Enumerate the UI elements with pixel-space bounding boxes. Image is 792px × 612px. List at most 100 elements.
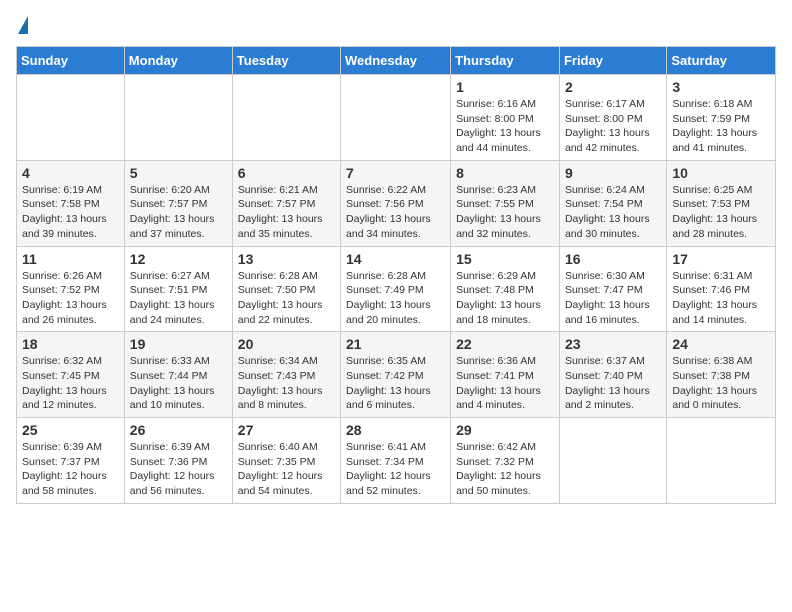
day-info: Sunrise: 6:38 AMSunset: 7:38 PMDaylight:… — [672, 354, 770, 413]
calendar-cell: 29 Sunrise: 6:42 AMSunset: 7:32 PMDayligh… — [451, 418, 560, 504]
calendar-cell: 24 Sunrise: 6:38 AMSunset: 7:38 PMDayligh… — [667, 332, 776, 418]
day-info: Sunrise: 6:30 AMSunset: 7:47 PMDaylight:… — [565, 269, 661, 328]
day-info: Sunrise: 6:25 AMSunset: 7:53 PMDaylight:… — [672, 183, 770, 242]
calendar-cell: 10 Sunrise: 6:25 AMSunset: 7:53 PMDayligh… — [667, 160, 776, 246]
day-info: Sunrise: 6:24 AMSunset: 7:54 PMDaylight:… — [565, 183, 661, 242]
day-number: 24 — [672, 336, 770, 352]
day-info: Sunrise: 6:34 AMSunset: 7:43 PMDaylight:… — [238, 354, 335, 413]
day-info: Sunrise: 6:16 AMSunset: 8:00 PMDaylight:… — [456, 97, 554, 156]
logo — [16, 16, 28, 36]
day-info: Sunrise: 6:17 AMSunset: 8:00 PMDaylight:… — [565, 97, 661, 156]
weekday-header-tuesday: Tuesday — [232, 47, 340, 75]
calendar-cell — [341, 75, 451, 161]
day-number: 7 — [346, 165, 445, 181]
day-number: 23 — [565, 336, 661, 352]
day-info: Sunrise: 6:39 AMSunset: 7:36 PMDaylight:… — [130, 440, 227, 499]
week-row-5: 25Sunrise: 6:39 AMSunset: 7:37 PMDayligh… — [17, 418, 776, 504]
calendar-cell: 14 Sunrise: 6:28 AMSunset: 7:49 PMDayligh… — [341, 246, 451, 332]
day-info: Sunrise: 6:28 AMSunset: 7:49 PMDaylight:… — [346, 269, 445, 328]
day-number: 10 — [672, 165, 770, 181]
day-number: 3 — [672, 79, 770, 95]
calendar-cell — [232, 75, 340, 161]
calendar-cell: 7 Sunrise: 6:22 AMSunset: 7:56 PMDaylight… — [341, 160, 451, 246]
day-info: Sunrise: 6:28 AMSunset: 7:50 PMDaylight:… — [238, 269, 335, 328]
day-info: Sunrise: 6:18 AMSunset: 7:59 PMDaylight:… — [672, 97, 770, 156]
day-info: Sunrise: 6:33 AMSunset: 7:44 PMDaylight:… — [130, 354, 227, 413]
calendar-cell: 28Sunrise: 6:41 AMSunset: 7:34 PMDayligh… — [341, 418, 451, 504]
day-info: Sunrise: 6:37 AMSunset: 7:40 PMDaylight:… — [565, 354, 661, 413]
calendar-cell: 8 Sunrise: 6:23 AMSunset: 7:55 PMDaylight… — [451, 160, 560, 246]
calendar-cell — [667, 418, 776, 504]
calendar-cell: 27 Sunrise: 6:40 AMSunset: 7:35 PMDayligh… — [232, 418, 340, 504]
day-info: Sunrise: 6:19 AMSunset: 7:58 PMDaylight:… — [22, 183, 119, 242]
week-row-3: 11 Sunrise: 6:26 AMSunset: 7:52 PMDayligh… — [17, 246, 776, 332]
calendar-cell: 12Sunrise: 6:27 AMSunset: 7:51 PMDayligh… — [124, 246, 232, 332]
day-number: 28 — [346, 422, 445, 438]
day-number: 21 — [346, 336, 445, 352]
day-info: Sunrise: 6:42 AMSunset: 7:32 PMDaylight:… — [456, 440, 554, 499]
calendar-cell: 6 Sunrise: 6:21 AMSunset: 7:57 PMDaylight… — [232, 160, 340, 246]
week-row-4: 18 Sunrise: 6:32 AMSunset: 7:45 PMDayligh… — [17, 332, 776, 418]
weekday-header-thursday: Thursday — [451, 47, 560, 75]
calendar-cell: 13 Sunrise: 6:28 AMSunset: 7:50 PMDayligh… — [232, 246, 340, 332]
weekday-header-sunday: Sunday — [17, 47, 125, 75]
logo-triangle-icon — [18, 16, 28, 34]
calendar-cell: 2 Sunrise: 6:17 AMSunset: 8:00 PMDaylight… — [559, 75, 666, 161]
weekday-header-saturday: Saturday — [667, 47, 776, 75]
day-number: 29 — [456, 422, 554, 438]
day-info: Sunrise: 6:26 AMSunset: 7:52 PMDaylight:… — [22, 269, 119, 328]
day-number: 22 — [456, 336, 554, 352]
calendar-cell — [124, 75, 232, 161]
day-info: Sunrise: 6:32 AMSunset: 7:45 PMDaylight:… — [22, 354, 119, 413]
calendar-cell — [559, 418, 666, 504]
calendar-cell — [17, 75, 125, 161]
weekday-header-monday: Monday — [124, 47, 232, 75]
day-info: Sunrise: 6:29 AMSunset: 7:48 PMDaylight:… — [456, 269, 554, 328]
day-number: 11 — [22, 251, 119, 267]
calendar-cell: 11 Sunrise: 6:26 AMSunset: 7:52 PMDayligh… — [17, 246, 125, 332]
calendar-cell: 22Sunrise: 6:36 AMSunset: 7:41 PMDayligh… — [451, 332, 560, 418]
calendar-cell: 4 Sunrise: 6:19 AMSunset: 7:58 PMDaylight… — [17, 160, 125, 246]
day-number: 18 — [22, 336, 119, 352]
day-number: 8 — [456, 165, 554, 181]
day-number: 16 — [565, 251, 661, 267]
day-number: 14 — [346, 251, 445, 267]
day-number: 5 — [130, 165, 227, 181]
calendar-cell: 23 Sunrise: 6:37 AMSunset: 7:40 PMDayligh… — [559, 332, 666, 418]
day-number: 26 — [130, 422, 227, 438]
day-info: Sunrise: 6:23 AMSunset: 7:55 PMDaylight:… — [456, 183, 554, 242]
calendar-table: SundayMondayTuesdayWednesdayThursdayFrid… — [16, 46, 776, 504]
day-info: Sunrise: 6:35 AMSunset: 7:42 PMDaylight:… — [346, 354, 445, 413]
day-number: 1 — [456, 79, 554, 95]
calendar-cell: 18 Sunrise: 6:32 AMSunset: 7:45 PMDayligh… — [17, 332, 125, 418]
weekday-header-wednesday: Wednesday — [341, 47, 451, 75]
calendar-cell: 19Sunrise: 6:33 AMSunset: 7:44 PMDayligh… — [124, 332, 232, 418]
day-info: Sunrise: 6:22 AMSunset: 7:56 PMDaylight:… — [346, 183, 445, 242]
calendar-cell: 5 Sunrise: 6:20 AMSunset: 7:57 PMDaylight… — [124, 160, 232, 246]
day-number: 27 — [238, 422, 335, 438]
calendar-cell: 1 Sunrise: 6:16 AMSunset: 8:00 PMDaylight… — [451, 75, 560, 161]
day-number: 20 — [238, 336, 335, 352]
day-number: 9 — [565, 165, 661, 181]
day-number: 25 — [22, 422, 119, 438]
weekday-header-row: SundayMondayTuesdayWednesdayThursdayFrid… — [17, 47, 776, 75]
day-number: 4 — [22, 165, 119, 181]
day-info: Sunrise: 6:31 AMSunset: 7:46 PMDaylight:… — [672, 269, 770, 328]
day-number: 6 — [238, 165, 335, 181]
day-number: 13 — [238, 251, 335, 267]
day-number: 2 — [565, 79, 661, 95]
day-info: Sunrise: 6:20 AMSunset: 7:57 PMDaylight:… — [130, 183, 227, 242]
calendar-cell: 15 Sunrise: 6:29 AMSunset: 7:48 PMDayligh… — [451, 246, 560, 332]
calendar-cell: 9 Sunrise: 6:24 AMSunset: 7:54 PMDaylight… — [559, 160, 666, 246]
calendar-cell: 16 Sunrise: 6:30 AMSunset: 7:47 PMDayligh… — [559, 246, 666, 332]
day-info: Sunrise: 6:40 AMSunset: 7:35 PMDaylight:… — [238, 440, 335, 499]
day-info: Sunrise: 6:27 AMSunset: 7:51 PMDaylight:… — [130, 269, 227, 328]
calendar-cell: 25Sunrise: 6:39 AMSunset: 7:37 PMDayligh… — [17, 418, 125, 504]
calendar-cell: 17Sunrise: 6:31 AMSunset: 7:46 PMDayligh… — [667, 246, 776, 332]
calendar-cell: 26 Sunrise: 6:39 AMSunset: 7:36 PMDayligh… — [124, 418, 232, 504]
calendar-cell: 21 Sunrise: 6:35 AMSunset: 7:42 PMDayligh… — [341, 332, 451, 418]
header — [16, 16, 776, 36]
day-number: 15 — [456, 251, 554, 267]
day-info: Sunrise: 6:21 AMSunset: 7:57 PMDaylight:… — [238, 183, 335, 242]
week-row-1: 1 Sunrise: 6:16 AMSunset: 8:00 PMDaylight… — [17, 75, 776, 161]
